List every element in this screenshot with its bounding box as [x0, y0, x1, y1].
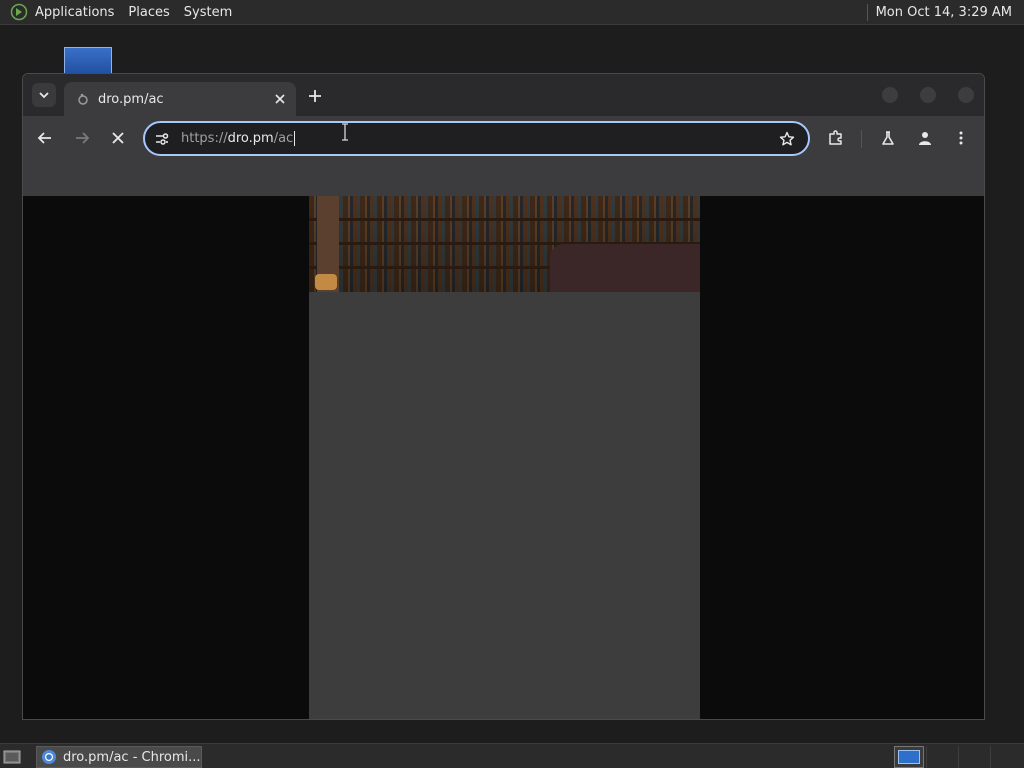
close-icon: [275, 94, 285, 104]
toolbar-separator: [861, 130, 862, 148]
minimize-button[interactable]: [881, 86, 899, 104]
bookmark-star-button[interactable]: [776, 128, 798, 150]
forward-button[interactable]: [70, 126, 94, 150]
close-window-button[interactable]: [957, 86, 975, 104]
toolbar: https://dro.pm/ac: [23, 116, 984, 161]
page-content-column: [309, 196, 700, 719]
plus-icon: [309, 90, 321, 102]
favicon-icon: [76, 92, 90, 106]
address-text[interactable]: https://dro.pm/ac: [181, 131, 776, 146]
tab-search-button[interactable]: [32, 83, 56, 107]
tab-strip: dro.pm/ac: [23, 74, 984, 116]
tab-active[interactable]: dro.pm/ac: [64, 82, 296, 116]
taskbar-browser-window[interactable]: dro.pm/ac - Chromi...: [36, 746, 202, 768]
bookshelf-photo: [309, 196, 700, 292]
browser-window: dro.pm/ac https://dro.pm/ac: [22, 73, 985, 720]
top-menu: Applications Places System: [0, 0, 239, 24]
extensions-icon: [829, 130, 842, 145]
shelf-line: [309, 218, 700, 221]
profile-icon: [919, 132, 931, 145]
site-info-icon: [156, 132, 169, 145]
workspace-3[interactable]: [958, 746, 988, 768]
top-panel: Applications Places System Mon Oct 14, 3…: [0, 0, 1024, 25]
labs-icon: [882, 131, 894, 145]
chrome-menu-button[interactable]: [949, 126, 973, 150]
workspace-preview: [898, 750, 920, 764]
chromium-icon: [41, 749, 57, 765]
chevron-down-icon: [39, 92, 49, 99]
workspace-4[interactable]: [990, 746, 1020, 768]
back-button[interactable]: [33, 126, 57, 150]
applications-logo-icon[interactable]: [10, 3, 28, 21]
workspace-1[interactable]: [894, 746, 924, 768]
url-scheme: https://: [181, 131, 228, 146]
site-info-button[interactable]: [151, 128, 173, 150]
url-host: dro.pm: [227, 131, 274, 146]
new-tab-button[interactable]: [305, 86, 325, 106]
taskbar-window-label: dro.pm/ac - Chromi...: [63, 749, 201, 765]
ibeam-cursor-icon: [342, 123, 348, 141]
back-icon: [37, 132, 51, 144]
bottom-taskbar: dro.pm/ac - Chromi...: [0, 743, 1024, 768]
star-icon: [779, 131, 795, 145]
photo-sofa: [550, 244, 700, 292]
menu-places[interactable]: Places: [121, 0, 176, 25]
clock[interactable]: Mon Oct 14, 3:29 AM: [868, 5, 1024, 20]
show-desktop-icon: [3, 750, 21, 763]
menu-icon: [959, 131, 963, 145]
stop-icon: [112, 132, 124, 144]
address-bar[interactable]: https://dro.pm/ac: [143, 121, 810, 156]
stop-button[interactable]: [106, 126, 130, 150]
text-caret: [294, 131, 296, 146]
profile-button[interactable]: [913, 126, 937, 150]
menu-applications[interactable]: Applications: [28, 0, 121, 25]
menu-system[interactable]: System: [177, 0, 239, 25]
tab-title: dro.pm/ac: [98, 91, 164, 107]
maximize-button[interactable]: [919, 86, 937, 104]
extensions-button[interactable]: [824, 126, 848, 150]
tab-close-button[interactable]: [272, 91, 288, 107]
forward-icon: [76, 132, 90, 144]
bookmarks-bar: [23, 161, 984, 196]
workspace-2[interactable]: [926, 746, 956, 768]
photo-lamp: [315, 274, 337, 290]
labs-button[interactable]: [876, 126, 900, 150]
show-desktop-button[interactable]: [2, 748, 22, 765]
url-path: /ac: [273, 131, 294, 146]
page-viewport[interactable]: [23, 196, 984, 719]
